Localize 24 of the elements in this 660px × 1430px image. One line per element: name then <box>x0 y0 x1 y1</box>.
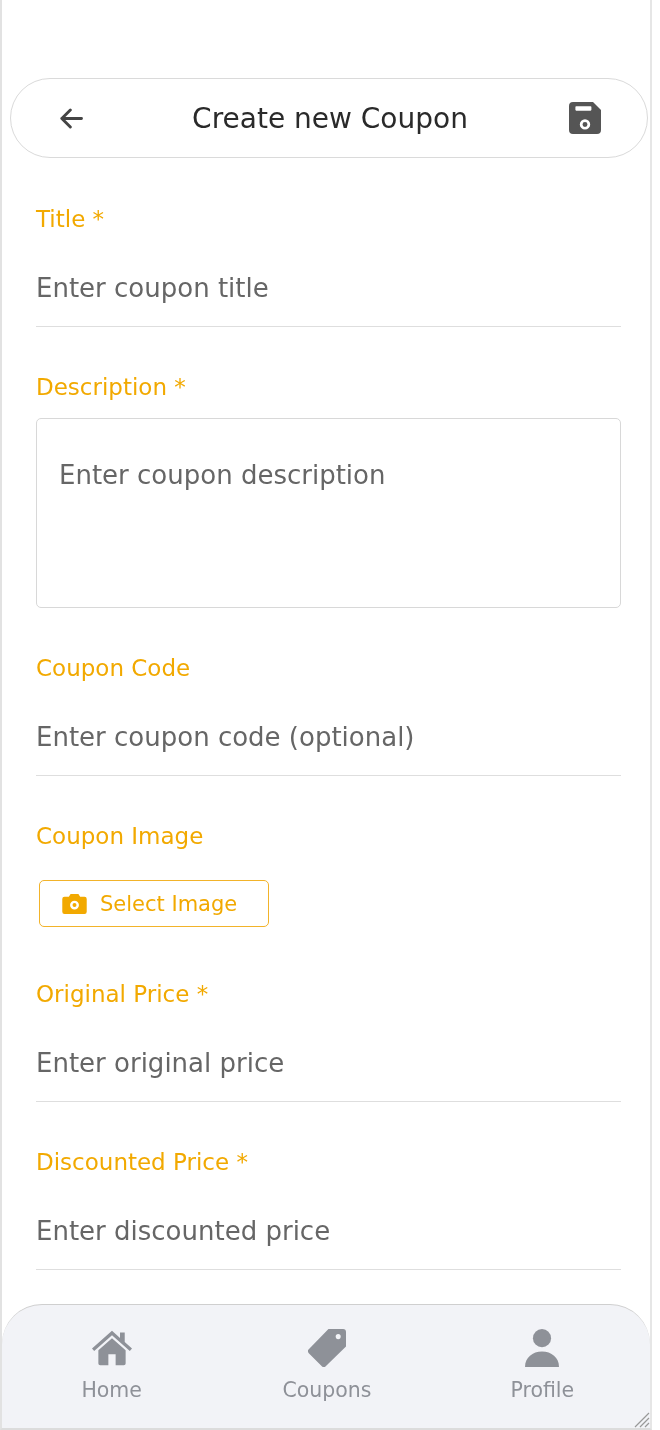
nav-tab[interactable]: Coupons <box>219 1305 435 1428</box>
field-label: Title * <box>36 205 105 234</box>
input-field[interactable]: Enter coupon code (optional) <box>36 698 621 776</box>
save-icon <box>569 102 601 134</box>
field-label: Original Price * <box>36 980 209 1009</box>
camera-icon <box>62 893 87 914</box>
screen-title: Create new Coupon <box>192 101 468 135</box>
text-area[interactable]: Enter coupon description <box>36 418 621 608</box>
field-label: Coupon Code <box>36 654 191 683</box>
input-field[interactable]: Enter coupon title <box>36 249 621 327</box>
field-label: Coupon Image <box>36 822 204 851</box>
nav-tab[interactable]: Profile <box>434 1305 650 1428</box>
field-label: Description * <box>36 373 186 402</box>
input-field[interactable]: Enter discounted price <box>36 1192 621 1270</box>
save-button[interactable] <box>567 100 603 136</box>
person-icon <box>525 1329 560 1367</box>
back-button[interactable] <box>57 105 85 131</box>
field-label: Discounted Price * <box>36 1148 248 1177</box>
tag-icon <box>308 1329 346 1367</box>
home-icon <box>91 1329 132 1367</box>
select-image-button[interactable]: Select Image <box>39 880 269 927</box>
input-field[interactable]: Enter original price <box>36 1024 621 1102</box>
back-arrow-icon <box>59 107 83 129</box>
nav-tab[interactable]: Home <box>4 1305 220 1428</box>
